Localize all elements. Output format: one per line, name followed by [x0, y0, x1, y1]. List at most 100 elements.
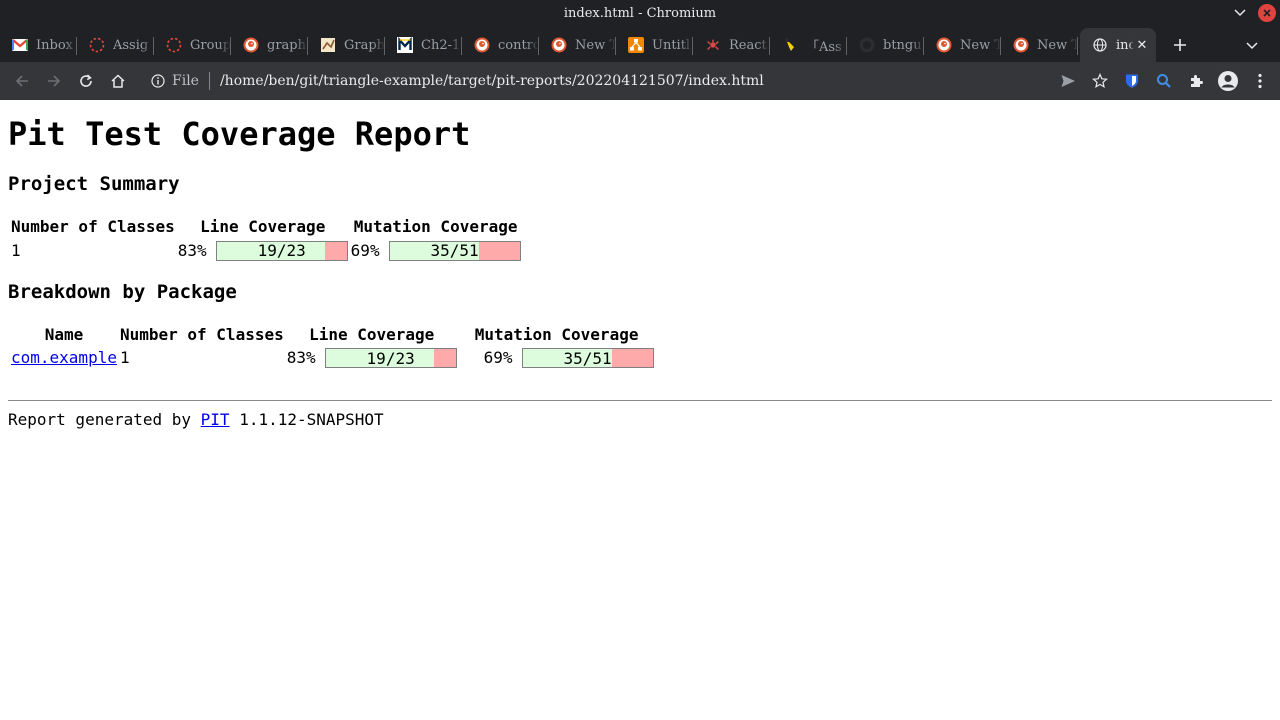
mutation-coverage-cell: 35/51	[521, 348, 654, 368]
window-titlebar: index.html - Chromium	[0, 0, 1280, 26]
tab-12[interactable]: New T	[924, 28, 1001, 62]
globe-icon	[1092, 37, 1108, 53]
tab-label: graph	[267, 37, 306, 53]
tab-label: React	[729, 37, 767, 53]
url-scheme-label: File	[172, 73, 199, 89]
menu-button[interactable]	[1244, 65, 1276, 97]
tab-10[interactable]: 「Ass	[770, 28, 847, 62]
line-coverage-ratio: 19/23	[257, 241, 306, 260]
duckduckgo-icon	[243, 37, 259, 53]
window-controls	[1230, 3, 1276, 23]
reload-button[interactable]	[70, 65, 102, 97]
classes-count: 1	[11, 240, 21, 260]
extensions-button[interactable]	[1180, 65, 1212, 97]
tab-search-button[interactable]	[1242, 36, 1262, 56]
send-tab-button[interactable]	[1052, 65, 1084, 97]
table-row: 1 83% 19/23 69% 35/51	[11, 240, 521, 261]
header-name: Name	[44, 324, 84, 344]
breakdown-heading: Breakdown by Package	[8, 280, 237, 303]
package-link[interactable]: com.example	[11, 348, 117, 367]
mutation-coverage-bar: 35/51	[521, 348, 654, 368]
m-logo-icon	[397, 37, 413, 53]
graph-icon	[320, 37, 336, 53]
tab-11[interactable]: btngu	[847, 28, 924, 62]
tab-active[interactable]: inde ✕	[1080, 28, 1156, 62]
new-tab-button[interactable]	[1160, 28, 1200, 62]
tab-label: 「Ass	[806, 39, 842, 55]
tab-5[interactable]: Ch2-1	[385, 28, 462, 62]
reload-icon	[80, 74, 92, 87]
header-number-of-classes: Number of Classes	[11, 217, 175, 236]
tab-0[interactable]: Inbox	[0, 28, 77, 62]
header-mutation-coverage: Mutation Coverage	[474, 324, 639, 344]
react-icon	[705, 37, 721, 53]
tab-1[interactable]: Assig	[77, 28, 154, 62]
line-coverage-cell: 19/23	[215, 240, 348, 261]
line-coverage-bar: 19/23	[324, 348, 457, 368]
line-coverage-bar: 19/23	[215, 240, 348, 261]
address-bar[interactable]: File /home/ben/git/triangle-example/targ…	[150, 66, 1052, 96]
duckduckgo-icon	[474, 37, 490, 53]
toolbar-actions	[1052, 65, 1276, 97]
gmail-icon	[12, 37, 28, 53]
home-button[interactable]	[102, 65, 134, 97]
tab-label: New T	[960, 37, 1001, 53]
bookmark-button[interactable]	[1084, 65, 1116, 97]
tab-6[interactable]: contro	[462, 28, 539, 62]
tab-13[interactable]: New T	[1001, 28, 1078, 62]
duckduckgo-icon	[936, 37, 952, 53]
footer-divider	[8, 400, 1272, 401]
close-icon	[1263, 9, 1271, 17]
table-row: com.example 1 83% 19/23 69% 35/51	[11, 348, 654, 368]
tab-label: Assig	[113, 37, 149, 53]
tab-label: Graph	[344, 37, 385, 53]
report-footer: Report generated by PIT 1.1.12-SNAPSHOT	[8, 410, 1272, 429]
project-summary-table: Number of Classes Line Coverage Mutation…	[8, 215, 524, 263]
plus-icon	[1174, 39, 1186, 51]
breakdown-table: Name Number of Classes Line Coverage Mut…	[8, 323, 657, 371]
info-icon[interactable]	[150, 73, 166, 89]
search-icon	[1157, 74, 1171, 88]
tab-label: inde	[1116, 37, 1134, 53]
tab-label: Group	[190, 37, 231, 53]
window-close-button[interactable]	[1258, 4, 1276, 22]
tab-9[interactable]: React	[693, 28, 770, 62]
tab-label: Inbox	[36, 37, 73, 53]
mutation-coverage-bar: 35/51	[388, 240, 521, 261]
browser-toolbar: File /home/ben/git/triangle-example/targ…	[0, 62, 1280, 100]
line-coverage-percent: 83%	[286, 348, 316, 368]
loading-icon	[89, 37, 105, 53]
bitwarden-extension-button[interactable]	[1116, 65, 1148, 97]
avatar-icon	[1218, 71, 1238, 91]
line-coverage-ratio: 19/23	[366, 348, 415, 368]
tab-8[interactable]: Untitl	[616, 28, 693, 62]
forward-button[interactable]	[38, 65, 70, 97]
tab-label: New T	[575, 37, 616, 53]
footer-prefix: Report generated by	[8, 410, 201, 429]
tab-close-icon[interactable]: ✕	[1134, 38, 1150, 53]
mutation-coverage-cell: 35/51	[388, 240, 521, 261]
minimize-chevron-icon[interactable]	[1230, 3, 1250, 23]
tab-label: New T	[1037, 37, 1078, 53]
tab-2[interactable]: Group	[154, 28, 231, 62]
url-text[interactable]: /home/ben/git/triangle-example/target/pi…	[220, 73, 764, 89]
back-button[interactable]	[6, 65, 38, 97]
window-title: index.html - Chromium	[563, 5, 717, 21]
line-coverage-percent: 83%	[177, 240, 207, 260]
arrow-right-icon	[48, 75, 61, 87]
tab-4[interactable]: Graph	[308, 28, 385, 62]
search-extension-button[interactable]	[1148, 65, 1180, 97]
project-summary-heading: Project Summary	[8, 173, 180, 195]
arrow-left-icon	[15, 75, 28, 87]
profile-button[interactable]	[1212, 65, 1244, 97]
pit-link[interactable]: PIT	[201, 410, 230, 429]
mutation-coverage-ratio: 35/51	[430, 241, 479, 260]
header-line-coverage: Line Coverage	[200, 217, 326, 236]
header-mutation-coverage: Mutation Coverage	[353, 217, 518, 236]
tab-7[interactable]: New T	[539, 28, 616, 62]
star-icon	[1092, 73, 1108, 89]
tab-strip: Inbox Assig Group graph Graph Ch2-1 contro New …	[0, 26, 1280, 62]
footer-suffix: 1.1.12-SNAPSHOT	[229, 410, 384, 429]
duckduckgo-icon	[1013, 37, 1029, 53]
tab-3[interactable]: graph	[231, 28, 308, 62]
